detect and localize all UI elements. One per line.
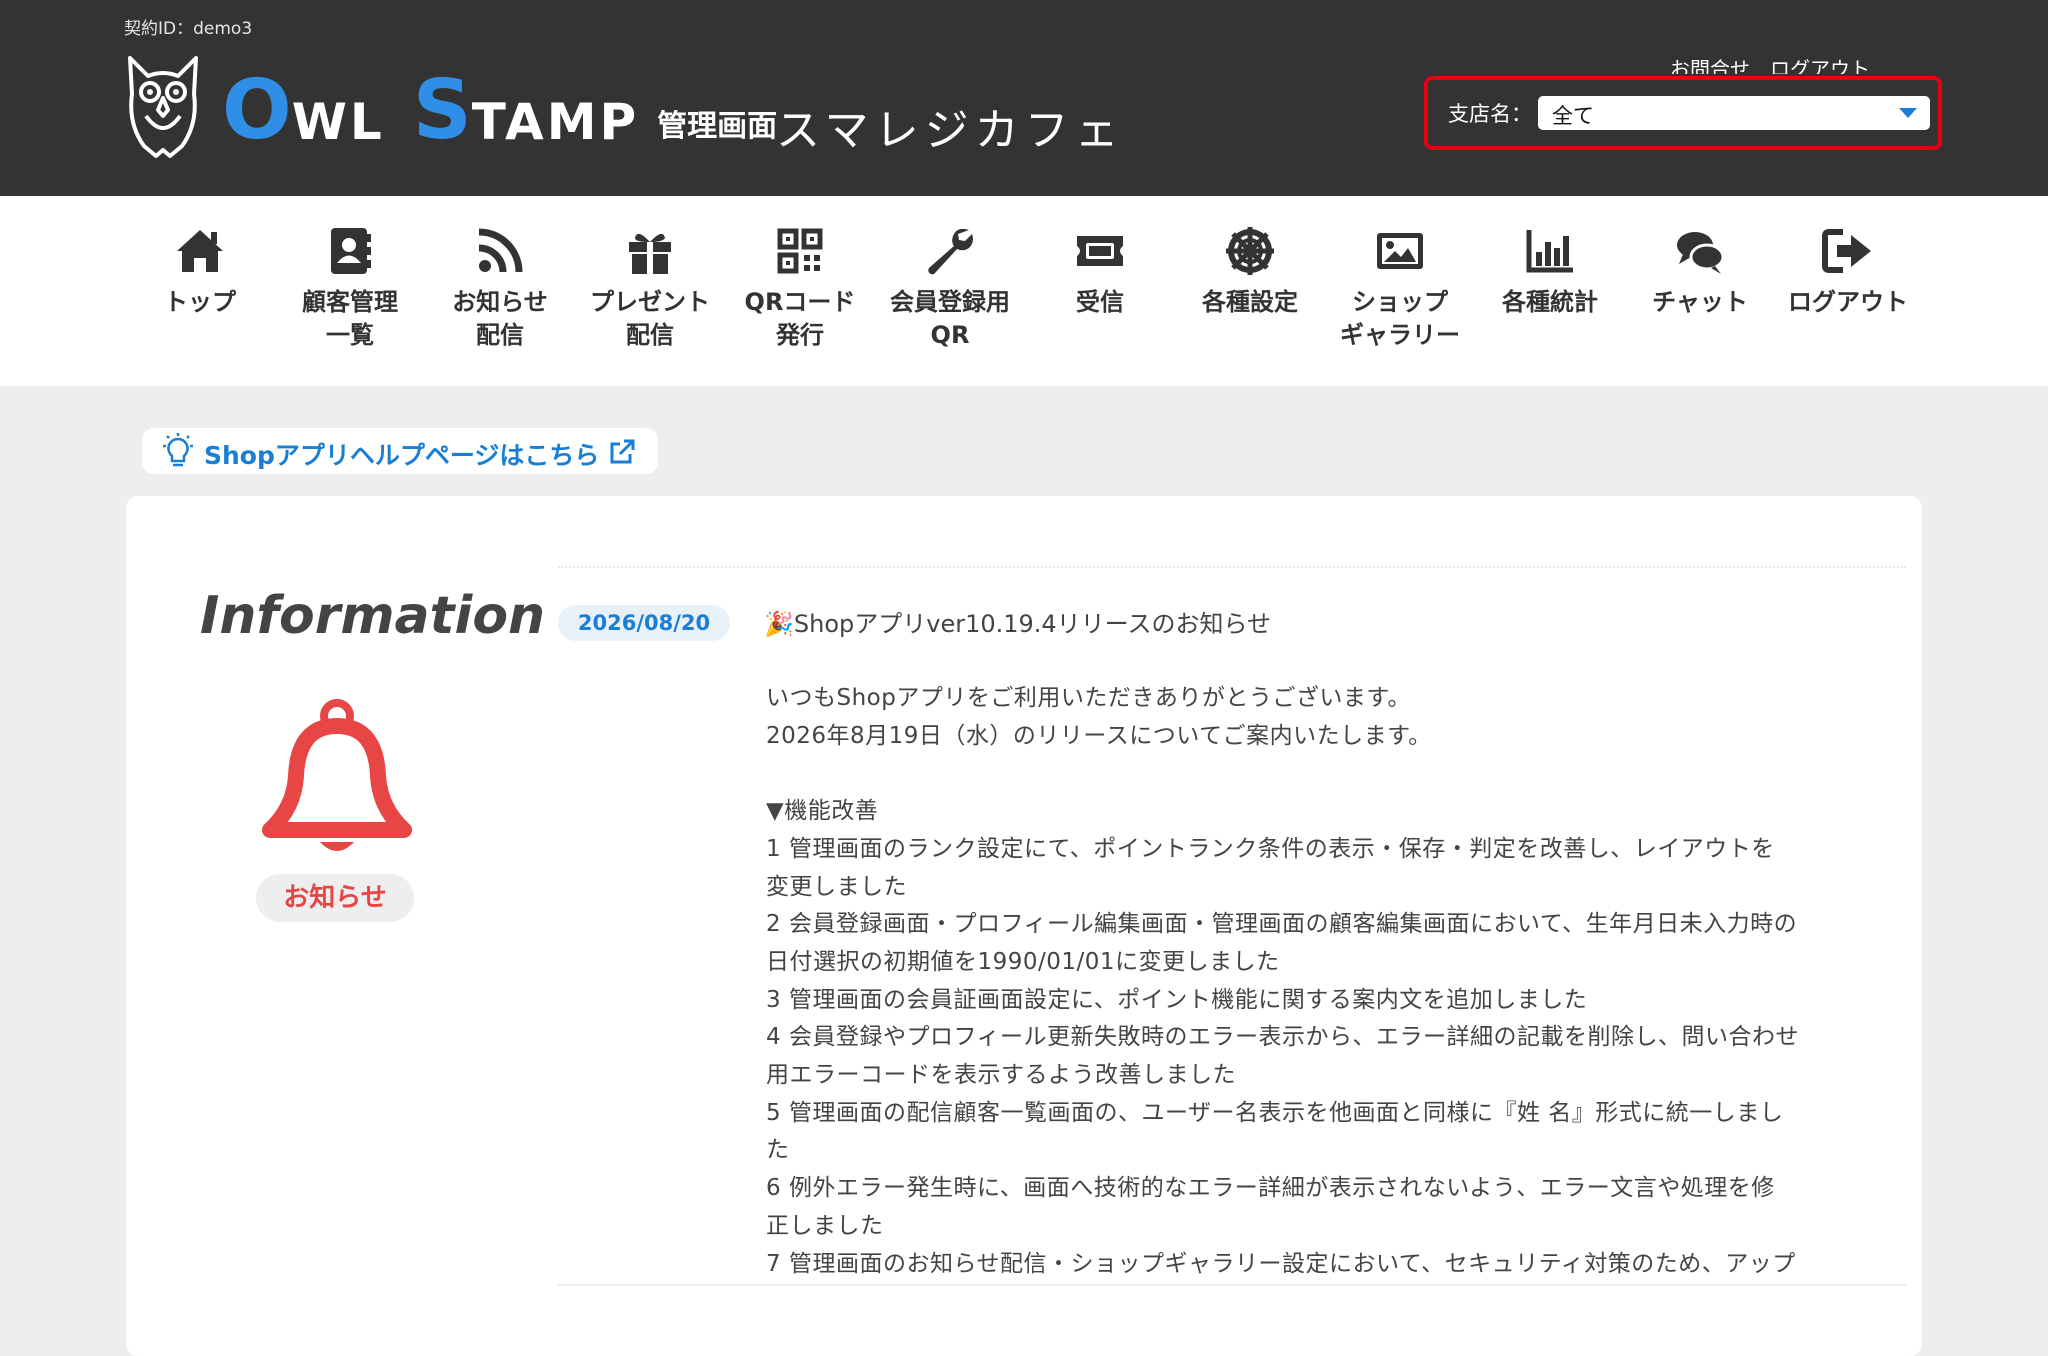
branch-label: 支店名： [1448, 102, 1532, 126]
nav-item-present[interactable]: プレゼント 配信 [580, 224, 720, 352]
brand-logo: O WL S TAMP 管理画面 [222, 62, 777, 152]
nav-label-member-qr: 会員登録用 QR [890, 288, 1010, 349]
news-body-line: 用エラーコードを表示するよう改善しました [766, 1062, 1236, 1089]
nav-label-logout: ログアウト [1788, 288, 1908, 316]
branch-selector: 支店名： 全て [1424, 76, 1942, 150]
logo-text-wl: WL [291, 93, 385, 151]
news-body: いつもShopアプリをご利用いただきありがとうございます。 2026年8月19日… [766, 680, 1882, 1280]
caret-down-icon [1899, 108, 1917, 118]
news-body-line: 2026年8月19日（水）のリリースについてご案内いたします。 [766, 722, 1432, 749]
nav-item-gallery[interactable]: ショップ ギャラリー [1330, 224, 1470, 352]
rss-icon [478, 228, 523, 273]
contract-id: 契約ID：demo3 [124, 19, 253, 39]
news-body-line: ▼機能改善 [766, 798, 879, 825]
news-date: 2026/08/20 [577, 611, 711, 635]
logo-letter-o: O [222, 63, 292, 158]
news-body-line: いつもShopアプリをご利用いただきありがとうございます。 [766, 685, 1412, 711]
ticket-icon [1077, 236, 1123, 266]
logo-subtitle: 管理画面 [657, 109, 778, 144]
shop-name: スマレジカフェ [776, 105, 1125, 156]
lightbulb-icon [163, 433, 193, 467]
news-body-line: 日付選択の初期値を1990/01/01に変更しました [766, 948, 1280, 975]
nav-item-receive[interactable]: 受信 [1030, 224, 1170, 319]
news-body-blank [766, 755, 1882, 793]
bar-chart-icon [1526, 230, 1573, 273]
news-date-badge: 2026/08/20 [558, 605, 730, 641]
nav-label-top: トップ [164, 288, 236, 316]
information-title: Information [200, 586, 546, 646]
news-body-line: 4 会員登録やプロフィール更新失敗時のエラー表示から、エラー詳細の記載を削除し、… [766, 1024, 1799, 1051]
nav-item-chat[interactable]: チャット [1630, 224, 1770, 319]
nav-item-member-qr[interactable]: 会員登録用 QR [880, 224, 1020, 352]
nav-item-top[interactable]: トップ [130, 224, 270, 319]
nav-label-receive: 受信 [1076, 288, 1124, 316]
nav-item-qrcode[interactable]: QRコード 発行 [730, 224, 870, 352]
branch-select[interactable]: 全て [1538, 96, 1930, 130]
news-category-label: お知らせ [283, 883, 387, 913]
qrcode-icon [777, 228, 823, 274]
nav-label-qrcode: QRコード 発行 [744, 288, 856, 349]
news-body-line: 3 管理画面の会員証画面設定に、ポイント機能に関する案内文を追加しました [766, 986, 1588, 1013]
branch-selected-value: 全て [1552, 104, 1594, 128]
logo-text-tamp: TAMP [471, 93, 640, 151]
news-category-badge: お知らせ [256, 874, 414, 922]
news-body-line: 7 管理画面のお知らせ配信・ショップギャラリー設定において、セキュリティ対策のた… [766, 1250, 1796, 1277]
nav-item-settings[interactable]: 各種設定 [1180, 224, 1320, 319]
news-body-line: 2 会員登録画面・プロフィール編集画面・管理画面の顧客編集画面において、生年月日… [766, 911, 1798, 938]
logout-icon [1822, 229, 1871, 273]
news-divider-bottom [558, 1284, 1906, 1286]
news-body-line: 5 管理画面の配信顧客一覧画面の、ユーザー名表示を他画面と同様に『姓 名』形式に… [766, 1099, 1784, 1126]
news-body-line: 正しました [766, 1212, 884, 1239]
help-link-label: Shopアプリヘルプページはこちら [204, 441, 600, 470]
owl-logo-icon [128, 56, 198, 158]
contacts-icon [331, 228, 371, 274]
gift-icon [629, 233, 671, 274]
nav-item-customers[interactable]: 顧客管理 一覧 [280, 224, 420, 352]
settings-wheel-icon [1226, 227, 1274, 275]
nav-label-gallery: ショップ ギャラリー [1340, 288, 1460, 349]
image-icon [1377, 233, 1423, 269]
news-title[interactable]: 🎉Shopアプリver10.19.4リリースのお知らせ [764, 604, 1271, 639]
nav-item-stats[interactable]: 各種統計 [1480, 224, 1620, 319]
nav-label-customers: 顧客管理 一覧 [302, 288, 398, 349]
bell-icon [262, 699, 412, 851]
chat-icon [1677, 232, 1725, 274]
wrench-icon [928, 228, 973, 275]
news-body-line: 6 例外エラー発生時に、画面へ技術的なエラー詳細が表示されないよう、エラー文言や… [766, 1175, 1775, 1202]
nav-label-settings: 各種設定 [1202, 288, 1298, 316]
news-divider-top [558, 566, 1906, 568]
nav-label-chat: チャット [1652, 288, 1748, 316]
logo-letter-s: S [412, 63, 472, 158]
news-body-line: 変更しました [766, 873, 907, 900]
app-header: 契約ID：demo3 O WL S TAMP 管理画面 スマレジカフェ お問合せ… [0, 0, 2048, 196]
nav-item-news[interactable]: お知らせ 配信 [430, 224, 570, 352]
nav-label-present: プレゼント 配信 [590, 288, 710, 349]
header-links[interactable]: お問合せ ログアウト [1670, 56, 1870, 74]
external-link-icon [610, 439, 635, 464]
news-body-line: 1 管理画面のランク設定にて、ポイントランク条件の表示・保存・判定を改善し、レイ… [766, 835, 1775, 862]
nav-label-stats: 各種統計 [1502, 288, 1598, 316]
nav-label-news: お知らせ 配信 [452, 288, 548, 349]
main-nav: トップ 顧客管理 一覧 お知らせ 配信 プレゼント 配信 QRコード 発行 会員… [0, 196, 2048, 386]
nav-item-logout[interactable]: ログアウト [1778, 224, 1918, 319]
help-page-link[interactable]: Shopアプリヘルプページはこちら [142, 428, 658, 474]
news-body-line: た [766, 1137, 790, 1164]
home-icon [177, 230, 223, 272]
